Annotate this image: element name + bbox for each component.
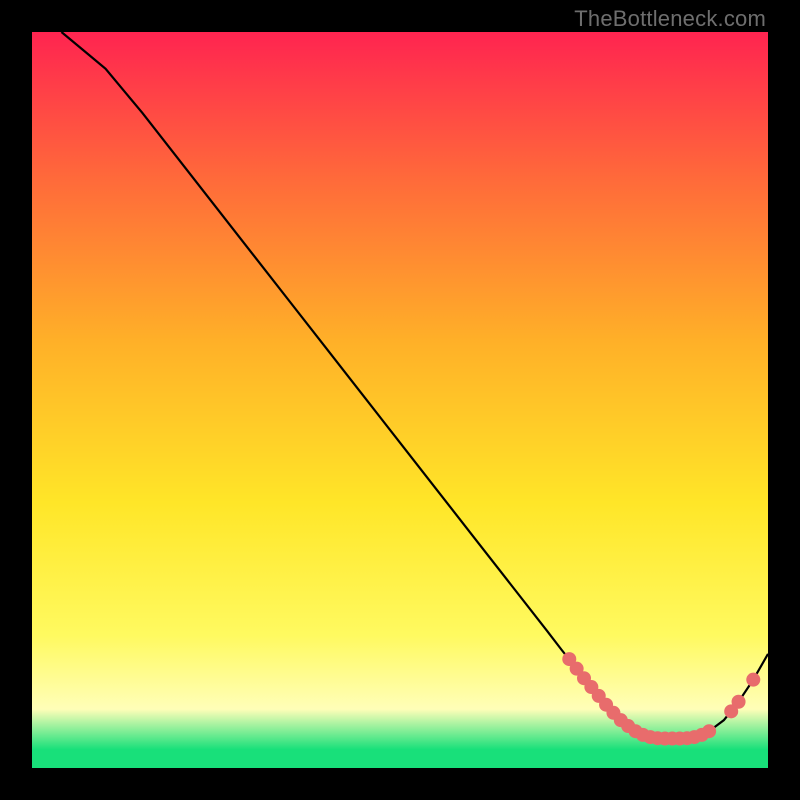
highlight-marker bbox=[732, 695, 746, 709]
chart-svg bbox=[32, 32, 768, 768]
chart-container: TheBottleneck.com bbox=[0, 0, 800, 800]
watermark-text: TheBottleneck.com bbox=[574, 6, 766, 32]
plot-area bbox=[32, 32, 768, 768]
highlight-marker bbox=[702, 724, 716, 738]
highlight-marker bbox=[746, 673, 760, 687]
gradient-background bbox=[32, 32, 768, 768]
